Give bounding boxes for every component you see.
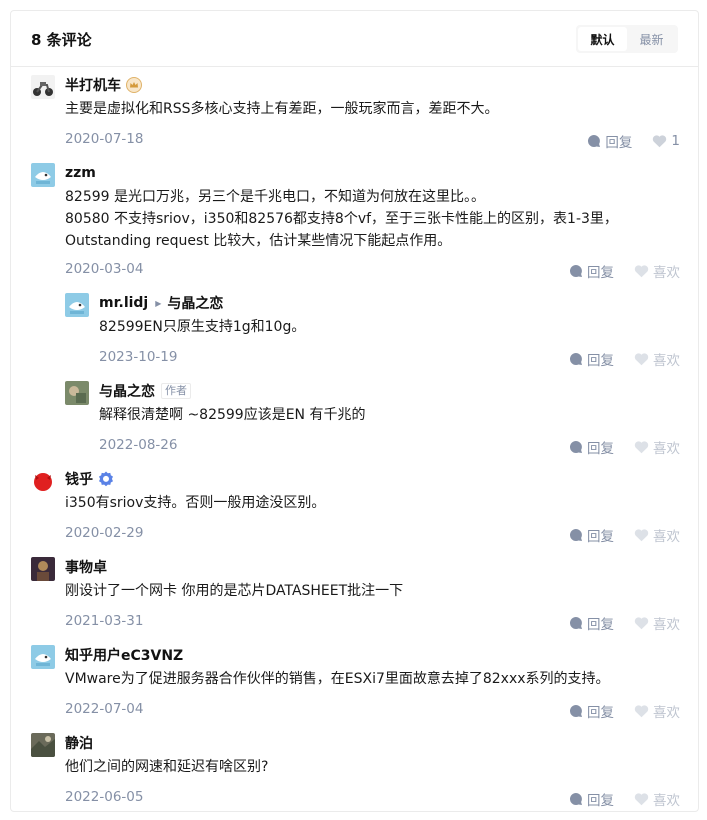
comment-date: 2022-07-04 — [65, 701, 144, 717]
author-name[interactable]: 静泊 — [65, 733, 93, 753]
author-name[interactable]: 事物卓 — [65, 557, 107, 577]
avatar[interactable] — [31, 733, 55, 757]
reply-icon — [570, 265, 582, 277]
comment-text: 82599 是光口万兆，另三个是千兆电口，不知道为何放在这里比。。 80580 … — [65, 189, 618, 249]
comment-text: VMware为了促进服务器合作伙伴的销售，在ESXi7里面故意去掉了82xxx系… — [65, 671, 610, 687]
comment-text: 刚设计了一个网卡 你用的是芯片DATASHEET批注一下 — [65, 583, 404, 599]
reply-button[interactable]: 回复 — [569, 261, 614, 281]
comment-text: 解释很清楚啊 ~82599应该是EN 有千兆的 — [99, 407, 366, 423]
heart-icon — [634, 353, 649, 366]
like-button[interactable]: 喜欢 — [634, 789, 680, 809]
avatar[interactable] — [31, 557, 55, 581]
comment-text: 主要是虚拟化和RSS多核心支持上有差距，一般玩家而言，差距不大。 — [65, 101, 499, 117]
avatar[interactable] — [65, 381, 89, 405]
reply-to-name[interactable]: 与晶之恋 — [167, 293, 223, 313]
comments-header: 8 条评论 默认 最新 — [11, 11, 698, 67]
comment-text: 他们之间的网速和延迟有啥区别? — [65, 759, 269, 775]
comment-date: 2020-03-04 — [65, 261, 144, 277]
comment-item: zzm 82599 是光口万兆，另三个是千兆电口，不知道为何放在这里比。。 80… — [31, 163, 680, 281]
reply-icon — [570, 353, 582, 365]
author-name[interactable]: zzm — [65, 165, 96, 181]
author-tag: 作者 — [161, 383, 191, 399]
avatar[interactable] — [65, 293, 89, 317]
like-button[interactable]: 喜欢 — [634, 437, 680, 457]
like-button[interactable]: 喜欢 — [634, 525, 680, 545]
reply-button[interactable]: 回复 — [587, 131, 632, 151]
reply-button[interactable]: 回复 — [569, 789, 614, 809]
avatar[interactable] — [31, 163, 55, 187]
heart-icon — [634, 705, 649, 718]
comment-date: 2020-07-18 — [65, 131, 144, 147]
reply-button[interactable]: 回复 — [569, 437, 614, 457]
comments-panel: 8 条评论 默认 最新 半打机车 主要是虚拟化和RSS多核心支持上有差距，一般玩… — [10, 10, 699, 812]
verified-badge-icon — [99, 471, 113, 487]
reply-to-arrow-icon: ▶ — [155, 298, 162, 308]
comment-count: 8 条评论 — [31, 31, 92, 49]
comment-date: 2023-10-19 — [99, 349, 178, 365]
crown-medal-icon — [126, 77, 142, 93]
comment-date: 2022-08-26 — [99, 437, 178, 453]
like-button[interactable]: 1 — [652, 133, 680, 149]
reply-icon — [570, 617, 582, 629]
reply-button[interactable]: 回复 — [569, 525, 614, 545]
reply-button[interactable]: 回复 — [569, 701, 614, 721]
author-name[interactable]: mr.lidj — [99, 295, 148, 311]
heart-icon — [634, 265, 649, 278]
like-button[interactable]: 喜欢 — [634, 261, 680, 281]
reply-button[interactable]: 回复 — [569, 349, 614, 369]
comment-date: 2020-02-29 — [65, 525, 144, 541]
reply-icon — [570, 441, 582, 453]
like-button[interactable]: 喜欢 — [634, 613, 680, 633]
comment-item: 钱乎 i350有sriov支持。否则一般用途没区别。 2020-02-29 回复… — [31, 469, 680, 545]
reply-icon — [588, 135, 601, 147]
heart-icon — [634, 617, 649, 630]
author-name[interactable]: 与晶之恋 — [99, 381, 155, 401]
comment-text: 82599EN只原生支持1g和10g。 — [99, 319, 306, 335]
reply-icon — [570, 793, 582, 805]
reply-item: 与晶之恋 作者 解释很清楚啊 ~82599应该是EN 有千兆的 2022-08-… — [65, 381, 680, 457]
comment-item: 静泊 他们之间的网速和延迟有啥区别? 2022-06-05 回复 喜欢 — [31, 733, 680, 809]
heart-icon — [634, 441, 649, 454]
like-button[interactable]: 喜欢 — [634, 349, 680, 369]
avatar[interactable] — [31, 469, 55, 493]
sort-default-button[interactable]: 默认 — [578, 27, 627, 51]
reply-icon — [570, 705, 582, 717]
sort-latest-button[interactable]: 最新 — [627, 27, 676, 51]
comment-date: 2022-06-05 — [65, 789, 144, 805]
reply-icon — [570, 529, 582, 541]
author-name[interactable]: 知乎用户eC3VNZ — [65, 645, 183, 665]
comment-text: i350有sriov支持。否则一般用途没区别。 — [65, 495, 326, 511]
heart-icon — [634, 529, 649, 542]
author-name[interactable]: 半打机车 — [65, 75, 121, 95]
avatar[interactable] — [31, 645, 55, 669]
sort-toggle: 默认 最新 — [576, 25, 678, 53]
like-button[interactable]: 喜欢 — [634, 701, 680, 721]
reply-item: mr.lidj ▶ 与晶之恋 82599EN只原生支持1g和10g。 2023-… — [65, 293, 680, 369]
comment-item: 事物卓 刚设计了一个网卡 你用的是芯片DATASHEET批注一下 2021-03… — [31, 557, 680, 633]
heart-icon — [634, 793, 649, 806]
comment-date: 2021-03-31 — [65, 613, 144, 629]
comment-item: 知乎用户eC3VNZ VMware为了促进服务器合作伙伴的销售，在ESXi7里面… — [31, 645, 680, 721]
reply-button[interactable]: 回复 — [569, 613, 614, 633]
avatar[interactable] — [31, 75, 55, 99]
heart-icon — [653, 135, 667, 148]
author-name[interactable]: 钱乎 — [65, 469, 93, 489]
comment-item: 半打机车 主要是虚拟化和RSS多核心支持上有差距，一般玩家而言，差距不大。 20… — [31, 75, 680, 151]
